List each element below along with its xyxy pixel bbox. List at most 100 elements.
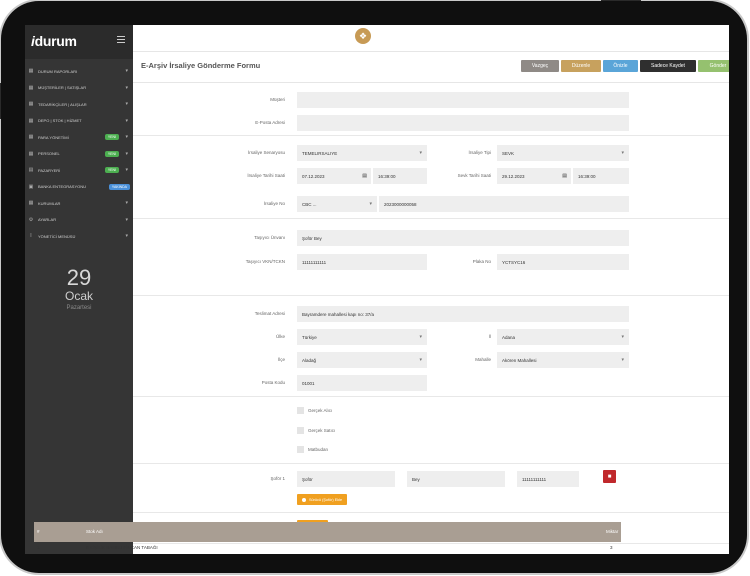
row-stock-name: 6 KİŞİLİK BAMBU FİNCAN TABAĞI <box>86 545 158 550</box>
tarih-time-input[interactable]: 16:39:00 <box>373 168 427 184</box>
section-checkboxes <box>133 397 729 464</box>
calendar-icon[interactable]: ▤ <box>562 173 567 179</box>
save-only-button[interactable]: Sadece Kaydet <box>640 60 696 72</box>
sidebar-item[interactable]: ▦ DEPO | STOK | HİZMET ▾ <box>25 113 133 130</box>
row-index: 1 <box>37 545 40 550</box>
matbudan-label: Matbudan <box>308 447 329 452</box>
tip-select[interactable]: SEVK ▾ <box>497 145 629 161</box>
ilce-label: İlçe <box>277 357 285 362</box>
col-stock-name: Stok Adı <box>86 529 103 534</box>
sevk-time-input[interactable]: 16:39:00 <box>573 168 629 184</box>
send-button[interactable]: Gönder <box>698 60 729 72</box>
tasiyici-input[interactable]: Şoför Bey <box>297 230 629 246</box>
sidebar-item[interactable]: ▦ PARA YÖNETİMİ Yeni ▾ <box>25 129 133 146</box>
sidebar-item[interactable]: ▦ PERSONEL Yeni ▾ <box>25 146 133 163</box>
gercek-satici-label: Gerçek Satıcı <box>308 428 336 433</box>
chevron-down-icon: ▾ <box>125 117 128 124</box>
date-weekday: Pazartesi <box>66 305 92 311</box>
table-row[interactable]: 1 6 KİŞİLİK BAMBU FİNCAN TABAĞI 3 <box>34 542 621 554</box>
date-widget: 29 Ocak Pazartesi <box>25 265 133 311</box>
status-badge: Yeni <box>104 134 119 141</box>
adres-label: Teslimat Adresi <box>254 311 285 316</box>
form: Müşteri E-Posta Adresi İrsaliye Senaryos… <box>133 83 729 554</box>
delete-driver-button[interactable]: ■ <box>603 470 616 483</box>
sidebar-item-label: PERSONEL <box>38 151 60 157</box>
email-input[interactable] <box>297 115 629 131</box>
sidebar-item[interactable]: ▦ TEDARİKÇİLER | ALIŞLAR ▾ <box>25 96 133 113</box>
gercek-satici-checkbox[interactable] <box>297 427 304 434</box>
sidebar-item[interactable]: ▤ PAZARYERİ Yeni ▾ <box>25 162 133 179</box>
chevron-down-icon: ▾ <box>621 150 624 156</box>
tablet-frame: idurum ▦ DURUM RAPORLARI ▾ ▦ MÜŞTERİLER | SA… <box>0 0 747 573</box>
eposta-label: E-Posta Adresi <box>255 120 285 125</box>
vkn-input[interactable]: 11111111111 <box>297 254 427 270</box>
sevk-date-input[interactable]: 29.12.2023 ▤ <box>497 168 571 184</box>
sofor-tckn-input[interactable]: 11111111111 <box>517 471 579 487</box>
grid-icon: ▦ <box>28 117 34 124</box>
sofor-ad-input[interactable]: Şoför <box>297 471 395 487</box>
chevron-down-icon: ▾ <box>125 150 128 157</box>
page-title: E-Arşiv İrsaliye Gönderme Formu <box>141 61 261 70</box>
preview-button[interactable]: Önizle <box>603 60 638 72</box>
sidebar-item-label: BANKA ENTEGRASYONU <box>38 184 87 190</box>
plaka-label: Plaka No <box>472 259 491 264</box>
senaryo-label: İrsaliye Senaryosu <box>247 150 285 155</box>
sevk-label: Sevk Tarihi Saati <box>457 173 491 178</box>
volume-up-button <box>0 101 1 119</box>
customer-input[interactable] <box>297 92 629 108</box>
top-button <box>601 0 641 1</box>
add-driver-button[interactable]: Sürücü (Şoför) Ekle <box>297 494 348 505</box>
sidebar-item[interactable]: ▦ KURUMLAR ▾ <box>25 195 133 212</box>
gercek-alici-checkbox[interactable] <box>297 407 304 414</box>
tarih-date-input[interactable]: 07.12.2023 ▤ <box>297 168 371 184</box>
chevron-down-icon: ▾ <box>621 357 624 363</box>
sidebar-item[interactable]: ⚙ AYARLAR ▾ <box>25 212 133 229</box>
chevron-down-icon: ▾ <box>125 233 128 240</box>
app-logo[interactable]: idurum <box>31 33 77 49</box>
status-badge: Yeni <box>104 150 119 157</box>
sidebar-item-label: PAZARYERİ <box>38 167 61 173</box>
ilce-select[interactable]: Aladağ ▾ <box>297 352 427 368</box>
senaryo-select[interactable]: TEMELIRSALIYE ▾ <box>297 145 427 161</box>
il-select[interactable]: Adana ▾ <box>497 329 629 345</box>
sidebar-item[interactable]: ▦ DURUM RAPORLARI ▾ <box>25 63 133 80</box>
chevron-down-icon: ▾ <box>621 334 624 340</box>
gift-icon[interactable]: ❖ <box>355 28 371 44</box>
sidebar-item-label: AYARLAR <box>38 217 57 223</box>
calendar-icon[interactable]: ▤ <box>362 173 367 179</box>
irsaliye-prefix-select[interactable]: CBC ... ▾ <box>297 196 377 212</box>
menu-toggle-icon[interactable] <box>117 36 125 45</box>
mahalle-select[interactable]: Akören Mahallesi ▾ <box>497 352 629 368</box>
adres-input[interactable]: Bayramdere mahallesi kapı no: 37/a <box>297 306 629 322</box>
tasiyici-label: Taşıyıcı Ünvanı <box>254 235 285 240</box>
chevron-down-icon: ▾ <box>419 334 422 340</box>
date-day: 29 <box>66 265 92 290</box>
date-month: Ocak <box>64 289 93 303</box>
sidebar-item-label: YÖNETİCİ MENÜSÜ <box>38 233 76 239</box>
sidebar-item-label: DURUM RAPORLARI <box>38 68 78 74</box>
sidebar-item[interactable]: ▣ BANKA ENTEGRASYONU Yakında <box>25 179 133 196</box>
plaka-input[interactable]: YCTSYC16 <box>497 254 629 270</box>
chevron-down-icon: ▾ <box>125 68 128 75</box>
cancel-button[interactable]: Vazgeç <box>521 60 559 72</box>
musteri-label: Müşteri <box>270 97 285 102</box>
irsaliye-no-input[interactable]: 2023000000058 <box>379 196 629 212</box>
sofor-soyad-input[interactable]: Bey <box>407 471 505 487</box>
ulke-select[interactable]: Türkiye ▾ <box>297 329 427 345</box>
title-bar: E-Arşiv İrsaliye Gönderme Formu Vazgeç D… <box>133 52 729 83</box>
grid-icon: ▦ <box>28 68 34 75</box>
posta-input[interactable]: 01001 <box>297 375 427 391</box>
sidebar-header: idurum <box>25 25 133 59</box>
sidebar-item[interactable]: ▦ MÜŞTERİLER | SATIŞLAR ▾ <box>25 80 133 97</box>
matbudan-checkbox[interactable] <box>297 446 304 453</box>
edit-button[interactable]: Düzenle <box>561 60 601 72</box>
grid-icon: ▦ <box>28 150 34 157</box>
sidebar-item[interactable]: i YÖNETİCİ MENÜSÜ ▾ <box>25 228 133 245</box>
col-index: # <box>37 529 40 534</box>
sidebar: idurum ▦ DURUM RAPORLARI ▾ ▦ MÜŞTERİLER | SA… <box>25 25 133 554</box>
gear-icon: ⚙ <box>28 216 34 223</box>
chevron-down-icon: ▾ <box>125 200 128 207</box>
mahalle-label: Mahalle <box>475 357 491 362</box>
status-badge: Yeni <box>104 167 119 174</box>
grid-icon: ▦ <box>28 200 34 207</box>
